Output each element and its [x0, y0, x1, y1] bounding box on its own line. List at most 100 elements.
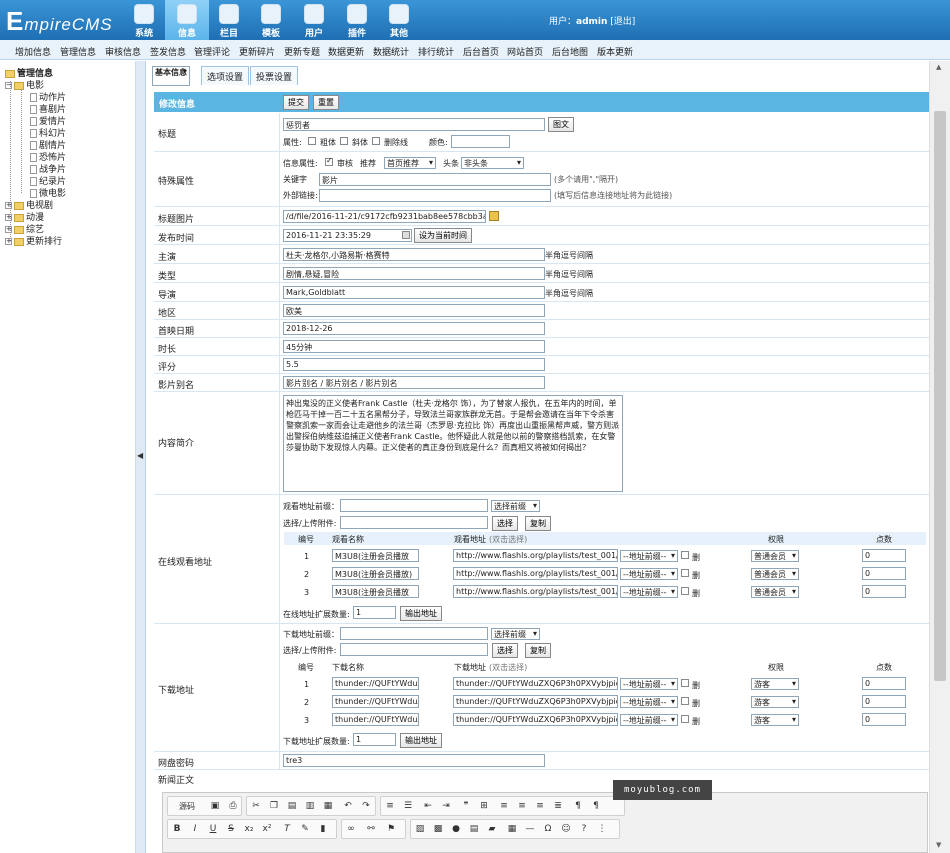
- collapse-arrow-icon[interactable]: ◀: [137, 451, 143, 460]
- download-url-input[interactable]: thunder://QUFtYWduZXQ6P3h0PXVybjpidGl: [453, 713, 618, 726]
- pubtime-input[interactable]: 2016-11-21 23:35:29: [283, 229, 412, 242]
- online-url-input[interactable]: http://www.flashls.org/playlists/test_00…: [453, 549, 618, 562]
- download-name-input[interactable]: thunder://QUFtYWduZX: [332, 677, 419, 690]
- paste-icon[interactable]: ▤: [285, 800, 299, 813]
- online-name-input[interactable]: M3U8(注册会员播放): [332, 567, 419, 580]
- topnav-column[interactable]: 栏目: [207, 0, 251, 40]
- online-delete-checkbox[interactable]: [681, 569, 689, 577]
- menu-update-topic[interactable]: 更新专题: [284, 45, 320, 58]
- print-icon[interactable]: ⎙: [226, 800, 240, 813]
- numbered-list-icon[interactable]: ≡: [383, 800, 397, 813]
- menu-rank-stats[interactable]: 排行统计: [418, 45, 454, 58]
- menu-version-update[interactable]: 版本更新: [597, 45, 633, 58]
- pan-password-input[interactable]: tre3: [283, 754, 545, 767]
- align-left-icon[interactable]: ≡: [497, 800, 511, 813]
- online-delete-checkbox[interactable]: [681, 587, 689, 595]
- region-input[interactable]: 欧美: [283, 304, 545, 317]
- title-color-input[interactable]: [451, 135, 510, 148]
- align-right-icon[interactable]: ≡: [533, 800, 547, 813]
- undo-icon[interactable]: ↶: [341, 800, 355, 813]
- download-delete-checkbox[interactable]: [681, 697, 689, 705]
- horizontal-rule-icon[interactable]: —: [523, 823, 537, 836]
- intro-textarea[interactable]: 神出鬼没的正义使者Frank Castle（杜夫·龙格尔 饰），为了替家人报仇，…: [283, 395, 623, 492]
- menu-site-home[interactable]: 网站首页: [507, 45, 543, 58]
- online-prefix-select[interactable]: 选择前缀: [491, 500, 540, 512]
- menu-manage-info[interactable]: 管理信息: [60, 45, 96, 58]
- download-url-prefix-select[interactable]: --地址前缀--: [620, 714, 678, 726]
- online-prefix-input[interactable]: [340, 499, 488, 512]
- download-prefix-select[interactable]: 选择前缀: [491, 628, 540, 640]
- subscript-icon[interactable]: x₂: [242, 823, 256, 836]
- scroll-up-icon[interactable]: ▲: [936, 63, 941, 71]
- italic-checkbox[interactable]: [340, 137, 348, 145]
- online-points-input[interactable]: 0: [862, 549, 906, 562]
- download-url-prefix-select[interactable]: --地址前缀--: [620, 696, 678, 708]
- menu-admin-map[interactable]: 后台地图: [552, 45, 588, 58]
- image-icon[interactable]: ▨: [413, 823, 427, 836]
- actor-input[interactable]: 杜夫·龙格尔,小路易斯·格赛特: [283, 248, 545, 261]
- duration-input[interactable]: 45分钟: [283, 340, 545, 353]
- reset-button[interactable]: 重置: [313, 95, 339, 110]
- topnav-system[interactable]: 系统: [122, 0, 166, 40]
- topnav-other[interactable]: 其他: [377, 0, 421, 40]
- scroll-down-icon[interactable]: ▼: [936, 841, 941, 849]
- calendar-icon[interactable]: [402, 231, 410, 239]
- online-permission-select[interactable]: 普通会员: [751, 568, 799, 580]
- audit-checkbox[interactable]: [325, 156, 333, 166]
- online-ext-count-input[interactable]: 1: [353, 606, 396, 619]
- topnav-info[interactable]: 信息: [165, 0, 209, 40]
- title-style-button[interactable]: 图文: [548, 117, 574, 132]
- headline-select[interactable]: 非头条: [461, 157, 524, 169]
- strike-checkbox[interactable]: [372, 137, 380, 145]
- online-delete-checkbox[interactable]: [681, 551, 689, 559]
- menu-data-update[interactable]: 数据更新: [328, 45, 364, 58]
- online-permission-select[interactable]: 普通会员: [751, 586, 799, 598]
- download-name-input[interactable]: thunder://QUFtYWduZX: [332, 695, 419, 708]
- align-center-icon[interactable]: ≡: [515, 800, 529, 813]
- remove-format-icon[interactable]: T: [280, 823, 294, 836]
- type-input[interactable]: 剧情,悬疑,冒险: [283, 267, 545, 280]
- download-name-input[interactable]: thunder://QUFtYWduZX: [332, 713, 419, 726]
- download-points-input[interactable]: 0: [862, 695, 906, 708]
- template-icon[interactable]: ▰: [485, 823, 499, 836]
- strikethrough-icon[interactable]: S: [224, 823, 238, 836]
- director-input[interactable]: Mark,Goldblatt: [283, 286, 545, 299]
- online-url-input[interactable]: http://www.flashls.org/playlists/test_00…: [453, 567, 618, 580]
- smiley-icon[interactable]: ☺: [559, 823, 573, 836]
- online-url-input[interactable]: http://www.flashls.org/playlists/test_00…: [453, 585, 618, 598]
- tree-item-ranking[interactable]: + 更新排行: [5, 234, 62, 247]
- online-name-input[interactable]: M3U8(注册会员播放: [332, 549, 419, 562]
- source-button[interactable]: 源码: [170, 800, 204, 813]
- score-input[interactable]: 5.5: [283, 358, 545, 371]
- link-icon[interactable]: ∞: [344, 823, 358, 836]
- indent-icon[interactable]: ⇥: [439, 800, 453, 813]
- online-upload-input[interactable]: [340, 516, 488, 529]
- menu-sign-info[interactable]: 签发信息: [150, 45, 186, 58]
- ltr-icon[interactable]: ¶: [571, 800, 585, 813]
- scrollbar-thumb[interactable]: [934, 111, 946, 681]
- online-output-button[interactable]: 输出地址: [400, 606, 442, 621]
- online-url-prefix-select[interactable]: --地址前缀--: [620, 550, 678, 562]
- recommend-select[interactable]: 首页推荐: [384, 157, 436, 169]
- flash-icon[interactable]: ▩: [431, 823, 445, 836]
- download-permission-select[interactable]: 游客: [751, 678, 799, 690]
- logout-link[interactable]: [退出]: [610, 17, 635, 27]
- download-copy-button[interactable]: 复制: [525, 643, 551, 658]
- download-permission-select[interactable]: 游客: [751, 696, 799, 708]
- anchor-icon[interactable]: ⚑: [384, 823, 398, 836]
- special-char-icon[interactable]: Ω: [541, 823, 555, 836]
- online-copy-button[interactable]: 复制: [525, 516, 551, 531]
- sidebar-splitter[interactable]: ◀: [136, 61, 146, 853]
- file-icon[interactable]: ▤: [467, 823, 481, 836]
- bullet-list-icon[interactable]: ☰: [401, 800, 415, 813]
- download-url-input[interactable]: thunder://QUFtYWduZXQ6P3h0PXVybjpidGl: [453, 677, 618, 690]
- menu-audit-info[interactable]: 审核信息: [105, 45, 141, 58]
- download-upload-input[interactable]: [340, 643, 488, 656]
- preview-icon[interactable]: ▣: [208, 800, 222, 813]
- image-select-icon[interactable]: [489, 211, 499, 221]
- online-url-prefix-select[interactable]: --地址前缀--: [620, 586, 678, 598]
- alias-input[interactable]: 影片别名 / 影片别名 / 影片别名: [283, 376, 545, 389]
- online-choose-button[interactable]: 选择: [492, 516, 518, 531]
- online-url-prefix-select[interactable]: --地址前缀--: [620, 568, 678, 580]
- menu-data-stats[interactable]: 数据统计: [373, 45, 409, 58]
